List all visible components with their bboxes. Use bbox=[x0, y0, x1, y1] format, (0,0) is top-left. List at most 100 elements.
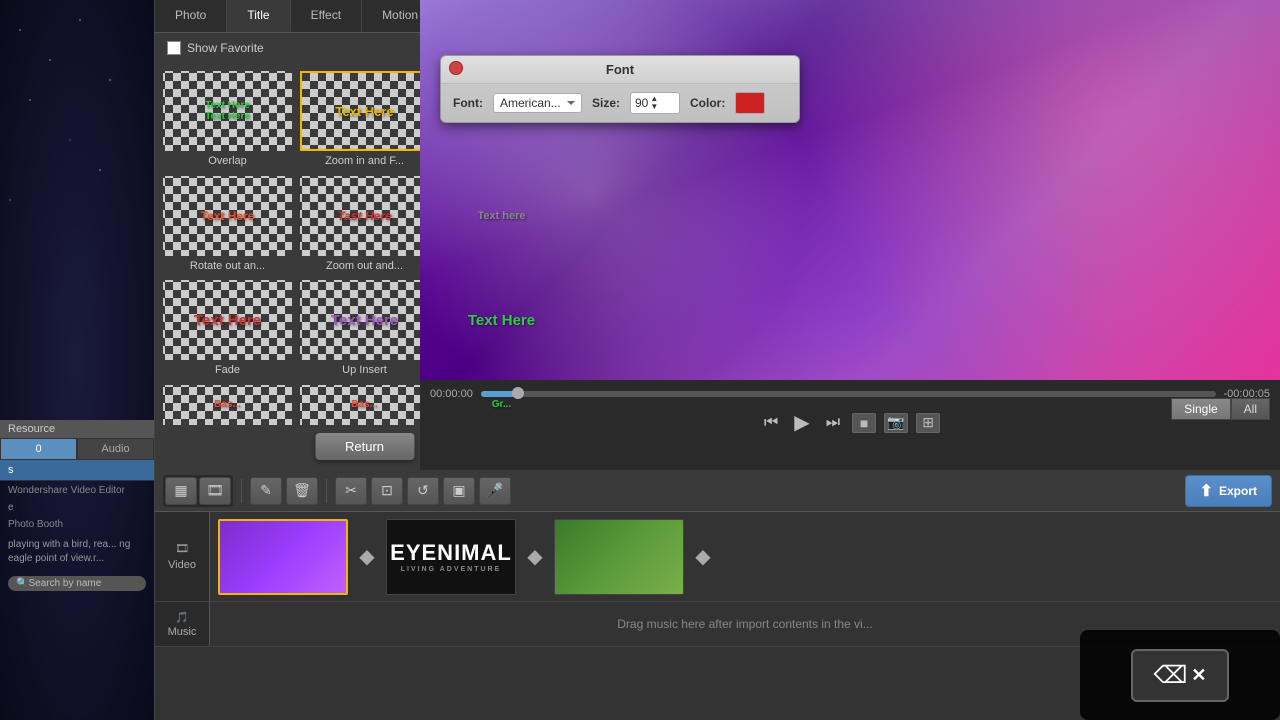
title-item-fade[interactable]: Text Here Fade bbox=[163, 280, 292, 377]
title-item-overlap[interactable]: Text HereText Here Overlap bbox=[163, 71, 292, 168]
sidebar-tab-0[interactable]: 0 bbox=[0, 438, 77, 460]
search-bar[interactable]: 🔍 Search by name bbox=[8, 576, 146, 591]
screenshot-button[interactable]: 📷 bbox=[884, 413, 908, 433]
delete-btn[interactable]: 🗑 bbox=[286, 477, 318, 505]
scene-btn[interactable]: ▣ bbox=[443, 477, 475, 505]
title-thumb-extra1: Bas... bbox=[163, 385, 292, 425]
title-name-overlap: Overlap bbox=[208, 155, 247, 167]
storyboard-view-btn[interactable]: ▦ bbox=[165, 477, 197, 505]
video-track-label: 🎞 Video bbox=[155, 512, 210, 601]
color-label: Color: bbox=[690, 96, 725, 110]
delete-icon: 🗑 bbox=[293, 482, 311, 499]
backspace-overlay: ⌫ ✕ bbox=[1080, 630, 1280, 720]
title-thumb-up-insert: Text Here bbox=[300, 280, 429, 360]
left-sidebar: Resource 0 Audio s Wondershare Video Edi… bbox=[0, 0, 155, 720]
storyboard-icon: ▦ bbox=[174, 482, 187, 499]
font-dialog-body: Font: American... Size: 90 ▲ ▼ bbox=[441, 84, 799, 122]
return-button[interactable]: Return bbox=[315, 433, 414, 460]
play-button[interactable]: ▶ bbox=[790, 408, 813, 437]
single-button[interactable]: Single bbox=[1171, 398, 1230, 420]
font-label: Font: bbox=[453, 96, 483, 110]
title-name-zoom-out: Zoom out and... bbox=[326, 260, 403, 272]
size-label: Size: bbox=[592, 96, 620, 110]
title-name-rotate-out: Rotate out an... bbox=[190, 260, 265, 272]
size-spinners[interactable]: ▲ ▼ bbox=[650, 95, 658, 111]
thumb-text-extra3: Gr... bbox=[492, 399, 511, 410]
video-clip-1[interactable] bbox=[218, 519, 348, 595]
title-name-up-insert: Up Insert bbox=[342, 364, 387, 376]
title-thumb-zoom: Text Here bbox=[300, 71, 429, 151]
mic-btn[interactable]: 🎤 bbox=[479, 477, 511, 505]
clip-transition-2[interactable]: ◆ bbox=[520, 542, 550, 572]
timeline-view-btn[interactable]: 🎞 bbox=[199, 477, 231, 505]
time-start: 00:00:00 bbox=[430, 388, 473, 400]
playback-area: 00:00:00 -00:00:05 ⏮ ▶ ⏭ ■ 📷 ⊞ Single Al… bbox=[420, 380, 1280, 470]
edit-btn[interactable]: ✎ bbox=[250, 477, 282, 505]
title-item-extra1[interactable]: Bas... bbox=[163, 385, 292, 426]
tab-photo[interactable]: Photo bbox=[155, 0, 227, 32]
toolbar-separator-2 bbox=[326, 479, 327, 503]
resource-label: Resource bbox=[0, 420, 154, 438]
skip-forward-button[interactable]: ⏭ bbox=[822, 412, 844, 434]
rotate-btn[interactable]: ↺ bbox=[407, 477, 439, 505]
progress-thumb[interactable] bbox=[512, 387, 524, 399]
single-all-buttons: Single All bbox=[1171, 398, 1270, 420]
music-label-text: Music bbox=[168, 626, 197, 638]
font-color-picker[interactable] bbox=[735, 92, 765, 114]
tab-effect[interactable]: Effect bbox=[291, 0, 362, 32]
title-thumb-extra2: Bas... bbox=[300, 385, 429, 425]
font-size-value: 90 bbox=[635, 96, 648, 110]
thumb-text-rotate-out: Text Here bbox=[201, 209, 255, 223]
crop-btn[interactable]: ⊡ bbox=[371, 477, 403, 505]
eyenimal-sub: LIVING ADVENTURE bbox=[390, 566, 512, 573]
backspace-button[interactable]: ⌫ ✕ bbox=[1131, 649, 1228, 702]
export-icon: ⬆ bbox=[1200, 481, 1213, 501]
sidebar-tabs: 0 Audio bbox=[0, 438, 154, 460]
search-icon: 🔍 bbox=[16, 578, 28, 589]
video-track-row: 🎞 Video ◆ EYENIMAL LIVING ADVENTURE bbox=[155, 512, 1280, 602]
clip-transition-3[interactable]: ◆ bbox=[688, 542, 718, 572]
title-thumb-zoom-out: Tast Here bbox=[300, 176, 429, 256]
progress-track[interactable] bbox=[481, 391, 1216, 397]
show-favorite-checkbox[interactable] bbox=[167, 41, 181, 55]
title-thumb-rotate-out: Text Here bbox=[163, 176, 292, 256]
transition-arrow-2: ◆ bbox=[527, 544, 542, 569]
export-button[interactable]: ⬆ Export bbox=[1185, 475, 1272, 507]
sidebar-item-photo-booth[interactable]: Photo Booth bbox=[0, 515, 154, 532]
thumb-text-up-insert: Text Here bbox=[331, 312, 398, 329]
video-track-icon: 🎞 bbox=[175, 542, 189, 555]
export-label: Export bbox=[1219, 484, 1257, 498]
video-clip-eyenimal[interactable]: EYENIMAL LIVING ADVENTURE bbox=[386, 519, 516, 595]
music-track-content: Drag music here after import contents in… bbox=[210, 617, 1280, 631]
transition-arrow-1: ◆ bbox=[359, 544, 374, 569]
title-item-zoom-out[interactable]: Tast Here Zoom out and... bbox=[300, 176, 429, 273]
sidebar-tab-audio[interactable]: Audio bbox=[77, 438, 154, 460]
title-item-rotate-out[interactable]: Text Here Rotate out an... bbox=[163, 176, 292, 273]
font-dialog-close-btn[interactable] bbox=[449, 61, 463, 75]
progress-bar-container: 00:00:00 -00:00:05 bbox=[420, 380, 1280, 404]
title-item-zoom[interactable]: Text Here Zoom in and F... bbox=[300, 71, 429, 168]
thumb-text-stretch: Text here bbox=[477, 210, 525, 222]
size-down-arrow[interactable]: ▼ bbox=[650, 103, 658, 111]
tab-title[interactable]: Title bbox=[227, 0, 290, 32]
music-track-label: 🎵 Music bbox=[155, 602, 210, 646]
title-item-extra2[interactable]: Bas... bbox=[300, 385, 429, 426]
skip-back-button[interactable]: ⏮ bbox=[760, 412, 782, 434]
thumb-text-extra2: Bas... bbox=[351, 399, 378, 410]
clip-transition-1[interactable]: ◆ bbox=[352, 542, 382, 572]
backspace-icon: ⌫ bbox=[1153, 661, 1187, 690]
scene-icon: ▣ bbox=[452, 482, 465, 499]
font-select-input[interactable]: American... bbox=[493, 93, 582, 113]
sidebar-app-name: Wondershare Video Editor bbox=[0, 481, 154, 498]
all-button[interactable]: All bbox=[1231, 398, 1270, 420]
sidebar-item-e: e bbox=[0, 498, 154, 515]
sidebar-item-0[interactable]: s bbox=[0, 460, 154, 481]
thumb-text-extra1: Bas... bbox=[214, 399, 241, 410]
stop-button[interactable]: ■ bbox=[852, 413, 876, 433]
video-clip-nature[interactable] bbox=[554, 519, 684, 595]
cut-btn[interactable]: ✂ bbox=[335, 477, 367, 505]
fullscreen-button[interactable]: ⊞ bbox=[916, 413, 940, 433]
font-size-field[interactable]: 90 ▲ ▼ bbox=[630, 92, 680, 114]
thumb-text-overlap: Text HereText Here bbox=[205, 100, 250, 122]
title-item-up-insert[interactable]: Text Here Up Insert bbox=[300, 280, 429, 377]
